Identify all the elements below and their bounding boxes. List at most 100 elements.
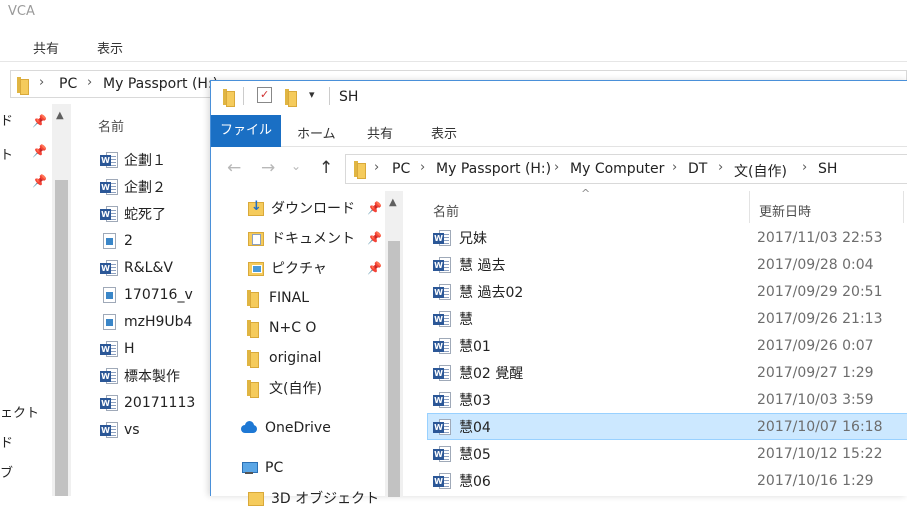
file-row[interactable]: W 慧 過去02 2017/09/29 20:51 [427, 278, 907, 305]
breadcrumb-pc[interactable]: PC [59, 76, 77, 92]
customize-toolbar-dropdown-icon[interactable]: ▾ [309, 88, 315, 101]
sort-ascending-icon[interactable]: ^ [581, 187, 590, 200]
word-doc-icon: W [433, 364, 451, 382]
tab-share[interactable]: 共有 [367, 123, 393, 142]
file-row[interactable]: W 慧05 2017/10/12 15:22 [427, 440, 907, 467]
recent-locations-icon[interactable]: ⌄ [291, 159, 301, 173]
file-row[interactable]: W 慧 2017/09/26 21:13 [427, 305, 907, 332]
foreground-explorer-window: ✓ ▾ SH ファイル ホーム 共有 表示 ← → ⌄ ↑ › PC › My … [210, 80, 907, 507]
breadcrumb-my-passport[interactable]: My Passport (H:) [103, 76, 218, 92]
breadcrumb-my-passport[interactable]: My Passport (H:) [436, 161, 551, 177]
sidebar-item-final[interactable]: FINAL [247, 285, 387, 311]
pin-icon[interactable]: 📌 [367, 261, 382, 275]
column-divider[interactable] [749, 191, 750, 223]
chevron-right-icon[interactable]: › [87, 75, 92, 90]
file-row[interactable]: W 兄妹 2017/11/03 22:53 [427, 224, 907, 251]
chevron-right-icon[interactable]: › [554, 160, 559, 175]
background-nav-scrollbar[interactable]: ▲ [52, 104, 71, 496]
nav-item-fragment[interactable]: ェクト [0, 402, 39, 421]
pin-icon[interactable]: 📌 [32, 174, 47, 188]
word-doc-icon: W [433, 445, 451, 463]
word-doc-icon: W [433, 256, 451, 274]
sidebar-item-pc[interactable]: PC [241, 455, 381, 481]
navigation-pane-scrollbar[interactable]: ▲ [385, 191, 403, 497]
file-row[interactable]: W 慧 過去 2017/09/28 0:04 [427, 251, 907, 278]
pin-icon[interactable]: 📌 [367, 231, 382, 245]
file-row[interactable]: W 慧01 2017/09/26 0:07 [427, 332, 907, 359]
list-item[interactable]: W R&L&V [100, 256, 212, 280]
list-item[interactable]: W 標本製作 [100, 364, 212, 388]
pin-icon[interactable]: 📌 [367, 201, 382, 215]
sidebar-item-onedrive[interactable]: OneDrive [241, 415, 381, 441]
file-name: 慧05 [459, 446, 491, 463]
sidebar-item-pictures[interactable]: ピクチャ [247, 255, 387, 281]
nav-item-fragment[interactable]: ド [0, 110, 13, 129]
pin-icon[interactable]: 📌 [32, 144, 47, 158]
breadcrumb-pc[interactable]: PC [392, 161, 410, 177]
chevron-right-icon[interactable]: › [39, 75, 44, 90]
chevron-right-icon[interactable]: › [374, 160, 379, 175]
list-item[interactable]: W 20171113 [100, 391, 212, 415]
sidebar-item-n-c-o[interactable]: N+C O [247, 315, 387, 341]
chevron-right-icon[interactable]: › [420, 160, 425, 175]
file-name: 慧02 覺醒 [459, 365, 524, 382]
quick-access-toolbar: ✓ ▾ SH [211, 81, 907, 115]
word-doc-icon: W [433, 418, 451, 436]
scroll-thumb[interactable] [388, 241, 400, 497]
nav-item-fragment[interactable]: ブ [0, 462, 13, 481]
new-folder-icon[interactable] [285, 89, 297, 109]
word-doc-icon: W [100, 178, 118, 196]
folder-icon [247, 290, 259, 308]
sidebar-item-original[interactable]: original [247, 345, 387, 371]
chevron-right-icon[interactable]: › [802, 160, 807, 175]
sidebar-item-documents[interactable]: ドキュメント [247, 225, 387, 251]
nav-item-fragment[interactable]: ド [0, 432, 13, 451]
file-row[interactable]: W 慧03 2017/10/03 3:59 [427, 386, 907, 413]
breadcrumb-writings[interactable]: 文(自作) [734, 161, 787, 181]
breadcrumb-sh[interactable]: SH [818, 161, 837, 177]
back-arrow-icon[interactable]: ← [227, 158, 241, 178]
column-header-name[interactable]: 名前 [433, 201, 459, 220]
chevron-right-icon[interactable]: › [672, 160, 677, 175]
list-item[interactable]: W 企劃１ [100, 148, 212, 172]
forward-arrow-icon[interactable]: → [261, 158, 275, 178]
background-tab-view[interactable]: 表示 [97, 38, 123, 57]
up-arrow-icon[interactable]: ↑ [319, 158, 333, 178]
properties-icon[interactable]: ✓ [257, 87, 272, 103]
pictures-folder-icon [247, 260, 264, 276]
tab-file[interactable]: ファイル [211, 115, 281, 147]
tab-home[interactable]: ホーム [297, 123, 336, 142]
sidebar-item-writings[interactable]: 文(自作) [247, 375, 387, 401]
file-row-selected[interactable]: W 慧04 2017/10/07 16:18 [427, 413, 907, 440]
column-divider[interactable] [903, 191, 904, 223]
pc-icon [241, 460, 258, 476]
list-item[interactable]: W 蛇死了 [100, 202, 212, 226]
chevron-right-icon[interactable]: › [718, 160, 723, 175]
column-header-modified[interactable]: 更新日時 [759, 201, 811, 220]
sidebar-item-downloads[interactable]: ダウンロード [247, 195, 387, 221]
nav-item-fragment[interactable]: ト [0, 144, 13, 163]
sidebar-item-3d-objects[interactable]: 3D オブジェクト [247, 485, 387, 511]
scroll-up-icon[interactable]: ▲ [56, 110, 64, 121]
breadcrumb-dt[interactable]: DT [688, 161, 707, 177]
scroll-up-icon[interactable]: ▲ [389, 197, 397, 208]
list-item[interactable]: mzH9Ub4 [100, 310, 212, 334]
list-item[interactable]: 2 [100, 229, 212, 253]
word-doc-icon: W [433, 337, 451, 355]
file-modified-date: 2017/09/29 20:51 [757, 283, 883, 300]
address-bar[interactable]: › PC › My Passport (H:) › My Computer › … [345, 154, 907, 184]
background-column-name[interactable]: 名前 [98, 116, 124, 135]
pin-icon[interactable]: 📌 [32, 114, 47, 128]
tab-view[interactable]: 表示 [431, 123, 457, 142]
file-name: 慧 過去 [459, 257, 506, 274]
list-item[interactable]: W vs [100, 418, 212, 442]
background-tab-share[interactable]: 共有 [33, 38, 59, 57]
file-row[interactable]: W 慧06 2017/10/16 1:29 [427, 467, 907, 494]
list-item[interactable]: 170716_v [100, 283, 212, 307]
file-row[interactable]: W 慧02 覺醒 2017/09/27 1:29 [427, 359, 907, 386]
list-item[interactable]: W H [100, 337, 212, 361]
breadcrumb-my-computer[interactable]: My Computer [570, 161, 664, 177]
scroll-thumb[interactable] [55, 180, 68, 496]
list-item[interactable]: W 企劃２ [100, 175, 212, 199]
word-doc-icon: W [100, 205, 118, 223]
